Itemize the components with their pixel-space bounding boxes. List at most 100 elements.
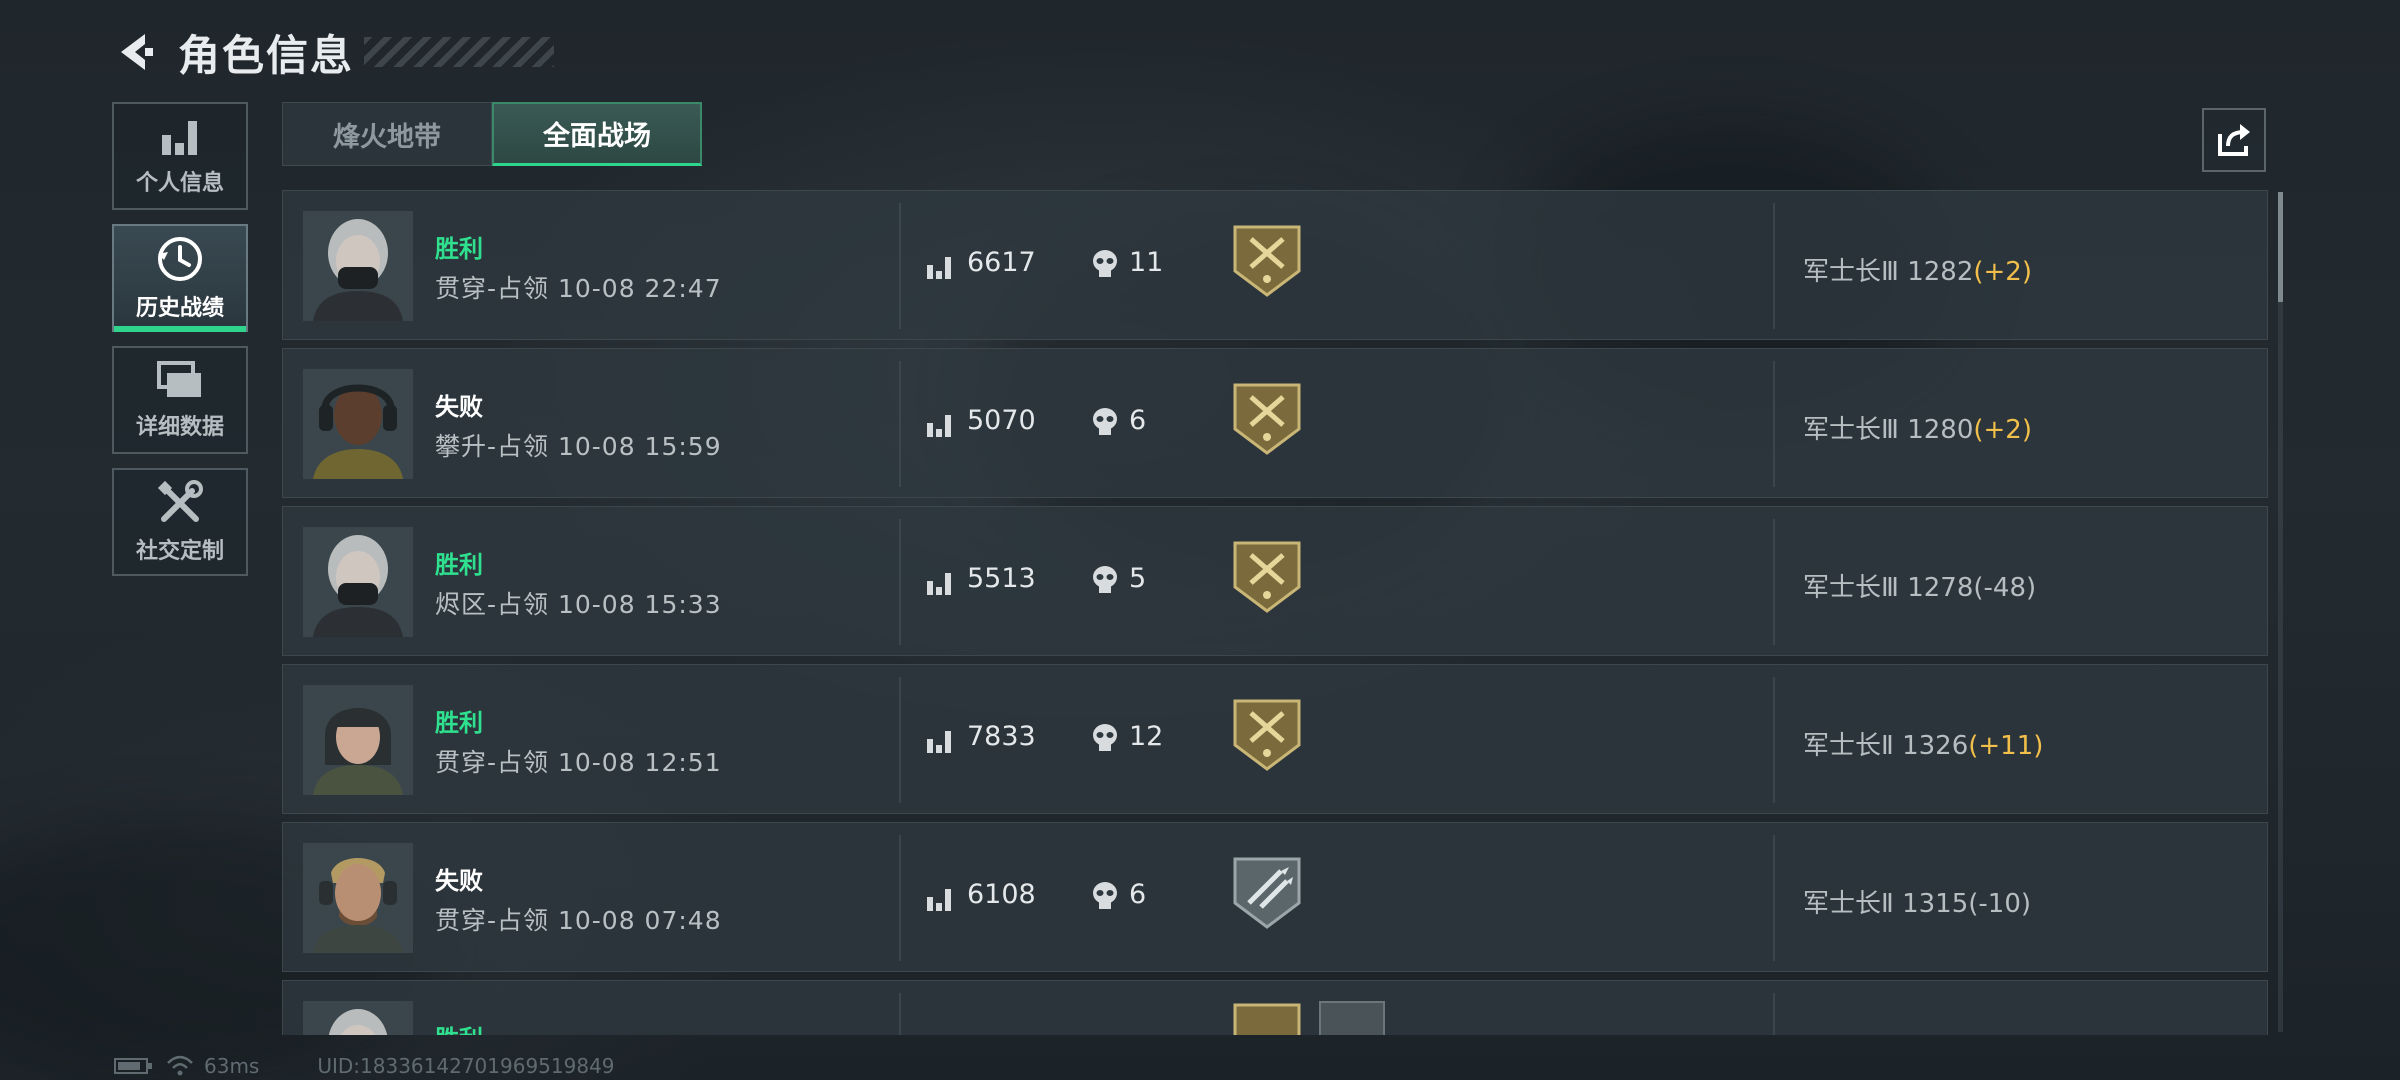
- status-footer: 63ms UID:18336142701969519849: [114, 1052, 615, 1080]
- tab-hazard-zone[interactable]: 烽火地带: [282, 102, 492, 166]
- history-clock-icon: [158, 237, 202, 281]
- skull-icon: [1093, 882, 1117, 909]
- battery-icon: [114, 1058, 152, 1074]
- mode-tabs: 烽火地带 全面战场: [282, 102, 702, 166]
- sidebar-item-history[interactable]: 历史战绩: [112, 224, 248, 332]
- rank-points: 1280: [1907, 415, 1974, 445]
- sidebar-item-label: 详细数据: [135, 415, 224, 440]
- divider: [1773, 519, 1775, 645]
- match-mode-time: 烬区-占领 10-08 15:33: [435, 590, 722, 619]
- divider: [899, 203, 901, 329]
- match-row[interactable]: 胜利 贯穿-占领 10-08 12:51 7833 12 军士长Ⅱ 1326(+…: [282, 664, 2268, 814]
- divider: [1773, 835, 1775, 961]
- match-row[interactable]: 失败 贯穿-占领 10-08 07:48 6108 6 军士长Ⅱ 1315(-1…: [282, 822, 2268, 972]
- sidebar-item-detailed-data[interactable]: 详细数据: [112, 346, 248, 454]
- sidebar-item-personal-info[interactable]: 个人信息: [112, 102, 248, 210]
- share-icon: [2218, 124, 2250, 156]
- match-kills: 6: [1129, 405, 1147, 436]
- operator-avatar: [303, 211, 413, 321]
- tab-full-battlefield[interactable]: 全面战场: [492, 102, 702, 166]
- gold-axes-medal-icon: [1233, 225, 1301, 297]
- rank-points: 1315: [1902, 889, 1969, 919]
- rank-info: 军士长Ⅱ 1326(+11): [1803, 725, 2043, 762]
- skull-icon: [1093, 566, 1117, 593]
- divider: [1773, 361, 1775, 487]
- divider: [899, 993, 901, 1035]
- operator-avatar: [303, 527, 413, 637]
- rank-points: 1278: [1907, 573, 1974, 603]
- match-mode-time: 贯穿-占领 10-08 07:48: [435, 906, 722, 935]
- rank-delta: (-10): [1968, 889, 2032, 919]
- divider: [1773, 677, 1775, 803]
- folders-icon: [157, 361, 201, 397]
- skull-icon: [1093, 724, 1117, 751]
- gold-axes-medal-icon: [1233, 1003, 1301, 1035]
- operator-avatar: [303, 685, 413, 795]
- operator-avatar: [303, 369, 413, 479]
- match-result: 胜利: [435, 235, 483, 263]
- match-row[interactable]: 胜利 贯穿-占领 10-08 22:47 6617 11 军士长Ⅲ 1282(+…: [282, 190, 2268, 340]
- match-mode-time: 贯穿-占领 10-08 22:47: [435, 274, 722, 303]
- match-result: 失败: [435, 867, 483, 895]
- gold-axes-medal-icon: [1233, 699, 1301, 771]
- rank-info: 军士长Ⅲ 1278(-48): [1803, 567, 2036, 604]
- rank-info: 军士长Ⅲ 1282(+2): [1803, 251, 2032, 288]
- wifi-icon: [167, 1055, 193, 1076]
- match-row[interactable]: 胜利 烬区-占领 10-08 15:33 5513 5 军士长Ⅲ 1278(-4…: [282, 506, 2268, 656]
- bar-chart-icon: [162, 121, 197, 155]
- match-mode-time: 贯穿-占领 10-08 12:51: [435, 748, 722, 777]
- match-kills: 11: [1129, 247, 1164, 278]
- match-result: 胜利: [435, 551, 483, 579]
- title-decoration: [364, 37, 555, 67]
- match-kills: 12: [1129, 721, 1164, 752]
- sidebar-item-label: 个人信息: [135, 171, 224, 196]
- rank-name: 军士长Ⅱ: [1803, 889, 1894, 919]
- rank-name: 军士长Ⅲ: [1803, 573, 1899, 603]
- match-score: 5513: [967, 563, 1036, 594]
- divider: [899, 835, 901, 961]
- rank-name: 军士长Ⅲ: [1803, 415, 1899, 445]
- uid-text: UID:18336142701969519849: [317, 1054, 615, 1078]
- skull-icon: [1093, 250, 1117, 277]
- sidebar-item-social-custom[interactable]: 社交定制: [112, 468, 248, 576]
- rank-info: 军士长Ⅱ 1315(-10): [1803, 883, 2031, 920]
- back-arrow-icon[interactable]: [112, 29, 158, 75]
- rank-delta: (+2): [1973, 415, 2032, 445]
- match-result: 胜利: [435, 1019, 483, 1035]
- rank-delta: (+11): [1968, 731, 2044, 761]
- tools-icon: [157, 480, 203, 522]
- operator-avatar: [303, 843, 413, 953]
- match-history-list: 胜利 贯穿-占领 10-08 22:47 6617 11 军士长Ⅲ 1282(+…: [282, 190, 2268, 1035]
- scrollbar-thumb[interactable]: [2278, 192, 2283, 302]
- divider: [899, 677, 901, 803]
- sidebar-item-label: 社交定制: [135, 539, 224, 564]
- match-score: 6617: [967, 247, 1036, 278]
- rank-name: 军士长Ⅱ: [1803, 731, 1894, 761]
- match-score: 5070: [967, 405, 1036, 436]
- gold-axes-medal-icon: [1233, 541, 1301, 613]
- match-row[interactable]: 胜利: [282, 980, 2268, 1035]
- ping-text: 63ms: [204, 1054, 260, 1078]
- gold-axes-medal-icon: [1233, 383, 1301, 455]
- skull-icon: [1093, 408, 1117, 435]
- match-kills: 6: [1129, 879, 1147, 910]
- page-title: 角色信息: [178, 30, 355, 80]
- share-button[interactable]: [2202, 108, 2266, 172]
- divider: [1773, 993, 1775, 1035]
- match-row[interactable]: 失败 攀升-占领 10-08 15:59 5070 6 军士长Ⅲ 1280(+2…: [282, 348, 2268, 498]
- silver-rockets-medal-icon: [1233, 857, 1301, 929]
- divider: [1773, 203, 1775, 329]
- rank-name: 军士长Ⅲ: [1803, 257, 1899, 287]
- score-bars-icon: [927, 573, 951, 595]
- match-kills: 5: [1129, 563, 1147, 594]
- header: 角色信息: [112, 22, 555, 82]
- score-bars-icon: [927, 889, 951, 911]
- match-result: 失败: [435, 393, 483, 421]
- list-scrollbar[interactable]: [2278, 192, 2283, 1032]
- sidebar-item-label: 历史战绩: [135, 296, 224, 321]
- divider: [899, 361, 901, 487]
- rank-points: 1326: [1902, 731, 1969, 761]
- divider: [899, 519, 901, 645]
- operator-avatar: [303, 1001, 413, 1035]
- rank-info: 军士长Ⅲ 1280(+2): [1803, 409, 2032, 446]
